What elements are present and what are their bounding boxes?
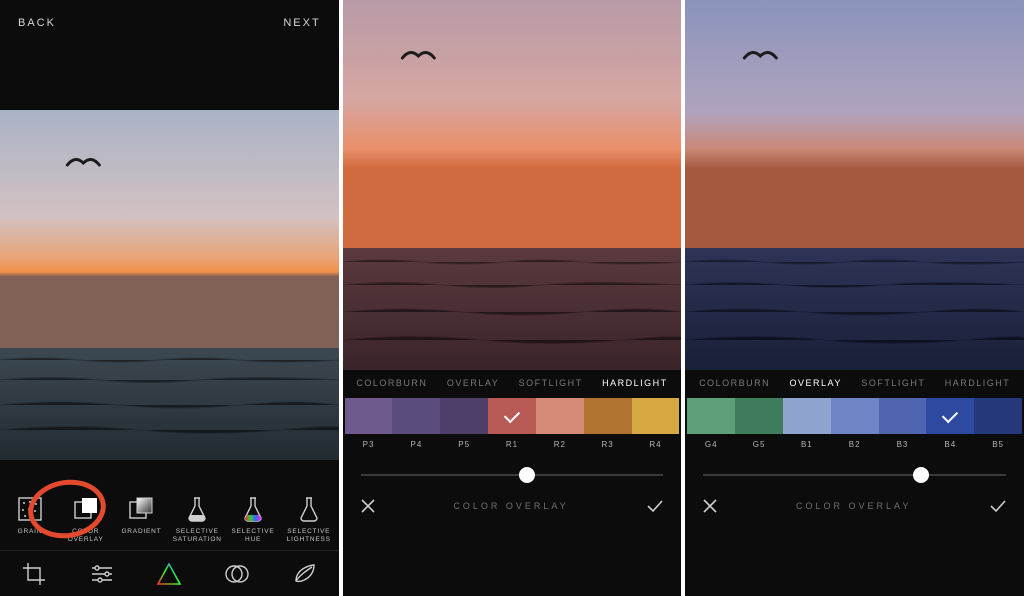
swatch-b1[interactable]: B1 xyxy=(783,398,831,449)
swatch-label: G4 xyxy=(705,440,718,449)
tool-gradient[interactable]: GRADIENT xyxy=(116,495,168,544)
tool-color-overlay[interactable]: COLOR OVERLAY xyxy=(60,495,112,544)
swatch-b3[interactable]: B3 xyxy=(879,398,927,449)
swatch-b2[interactable]: B2 xyxy=(831,398,879,449)
panel-overlay-cool: COLORBURN OVERLAY SOFTLIGHT HARDLIGHT G4 G5 B… xyxy=(685,0,1024,596)
swatch-color[interactable] xyxy=(488,398,536,434)
tool-selective-lightness[interactable]: SELECTIVE LIGHTNESS xyxy=(283,495,335,544)
adjust-icon[interactable] xyxy=(89,561,115,587)
back-button[interactable]: BACK xyxy=(18,17,56,29)
swatch-g4[interactable]: G4 xyxy=(687,398,735,449)
close-icon[interactable] xyxy=(359,497,377,515)
blend-mode-colorburn[interactable]: COLORBURN xyxy=(356,378,427,388)
swatch-label: G5 xyxy=(753,440,766,449)
flask-hue-icon xyxy=(241,495,265,523)
footer: COLOR OVERLAY xyxy=(685,491,1024,525)
tool-grain[interactable]: GRAIN xyxy=(4,495,56,544)
footer: COLOR OVERLAY xyxy=(343,491,682,525)
swatch-r1[interactable]: R1 xyxy=(488,398,536,449)
swatch-label: B2 xyxy=(849,440,861,449)
tool-label: GRADIENT xyxy=(121,528,161,536)
blend-mode-softlight[interactable]: SOFTLIGHT xyxy=(861,378,925,388)
swatch-label: P5 xyxy=(458,440,470,449)
grain-icon xyxy=(16,495,44,523)
bottom-nav xyxy=(0,550,339,596)
swatch-label: B4 xyxy=(944,440,956,449)
swatch-color[interactable] xyxy=(687,398,735,434)
flask-icon xyxy=(185,495,209,523)
tool-label: SELECTIVE LIGHTNESS xyxy=(287,528,331,544)
swatch-label: R1 xyxy=(506,440,518,449)
swatch-label: B1 xyxy=(801,440,813,449)
intensity-slider[interactable] xyxy=(343,449,682,491)
swatch-row: P3 P4 P5 R1 R2 R3 R4 xyxy=(343,394,682,449)
swatch-r4[interactable]: R4 xyxy=(632,398,680,449)
swatch-color[interactable] xyxy=(926,398,974,434)
swatch-color[interactable] xyxy=(831,398,879,434)
swatch-color[interactable] xyxy=(879,398,927,434)
swatch-b4[interactable]: B4 xyxy=(926,398,974,449)
swatch-label: P4 xyxy=(410,440,422,449)
check-icon[interactable] xyxy=(988,497,1008,515)
swatch-color[interactable] xyxy=(345,398,393,434)
circles-icon[interactable] xyxy=(224,561,250,587)
blend-mode-colorburn[interactable]: COLORBURN xyxy=(699,378,770,388)
prism-icon[interactable] xyxy=(156,561,182,587)
blend-mode-row: COLORBURN OVERLAY SOFTLIGHT HARDLIGHT xyxy=(343,370,682,394)
blend-mode-hardlight[interactable]: HARDLIGHT xyxy=(945,378,1011,388)
swatch-label: P3 xyxy=(363,440,375,449)
tool-selective-hue[interactable]: SELECTIVE HUE xyxy=(227,495,279,544)
intensity-slider[interactable] xyxy=(685,449,1024,491)
blend-mode-row: COLORBURN OVERLAY SOFTLIGHT HARDLIGHT xyxy=(685,370,1024,394)
color-overlay-icon xyxy=(72,495,100,523)
swatch-label: B3 xyxy=(897,440,909,449)
footer-label: COLOR OVERLAY xyxy=(796,501,911,511)
swatch-color[interactable] xyxy=(974,398,1022,434)
footer-label: COLOR OVERLAY xyxy=(453,501,568,511)
swatch-g5[interactable]: G5 xyxy=(735,398,783,449)
swatch-color[interactable] xyxy=(783,398,831,434)
gradient-icon xyxy=(127,495,155,523)
tool-label: SELECTIVE SATURATION xyxy=(173,528,222,544)
tool-label: GRAIN xyxy=(18,528,43,536)
swatch-p4[interactable]: P4 xyxy=(392,398,440,449)
blend-mode-overlay[interactable]: OVERLAY xyxy=(447,378,499,388)
close-icon[interactable] xyxy=(701,497,719,515)
tool-label: COLOR OVERLAY xyxy=(68,528,104,544)
blend-mode-softlight[interactable]: SOFTLIGHT xyxy=(519,378,583,388)
check-icon[interactable] xyxy=(645,497,665,515)
swatch-r3[interactable]: R3 xyxy=(584,398,632,449)
swatch-label: B5 xyxy=(992,440,1004,449)
swatch-color[interactable] xyxy=(536,398,584,434)
blend-mode-overlay[interactable]: OVERLAY xyxy=(790,378,842,388)
swatch-label: R3 xyxy=(602,440,614,449)
photo-preview xyxy=(685,0,1024,370)
panel-edit-tools: BACK NEXT xyxy=(0,0,339,596)
tool-row: GRAIN COLOR OVERLAY GRADIENT SELECTIVE S… xyxy=(0,495,339,550)
swatch-label: R2 xyxy=(554,440,566,449)
header: BACK NEXT xyxy=(0,0,339,45)
next-button[interactable]: NEXT xyxy=(283,17,320,29)
swatch-color[interactable] xyxy=(735,398,783,434)
tool-label: SELECTIVE HUE xyxy=(232,528,275,544)
swatch-color[interactable] xyxy=(392,398,440,434)
swatch-row: G4 G5 B1 B2 B3 B4 B5 xyxy=(685,394,1024,449)
swatch-r2[interactable]: R2 xyxy=(536,398,584,449)
swatch-p5[interactable]: P5 xyxy=(440,398,488,449)
crop-icon[interactable] xyxy=(21,561,47,587)
panel-overlay-warm: COLORBURNOVERLAYSOFTLIGHTHARDLIGHT P3P4P… xyxy=(343,0,682,596)
photo-preview xyxy=(0,110,339,460)
swatch-label: R4 xyxy=(649,440,661,449)
swatch-color[interactable] xyxy=(584,398,632,434)
blend-mode-hardlight[interactable]: HARDLIGHT xyxy=(602,378,668,388)
photo-preview xyxy=(343,0,682,370)
leaf-icon[interactable] xyxy=(292,561,318,587)
swatch-p3[interactable]: P3 xyxy=(345,398,393,449)
swatch-color[interactable] xyxy=(440,398,488,434)
tool-selective-saturation[interactable]: SELECTIVE SATURATION xyxy=(171,495,223,544)
flask-icon xyxy=(297,495,321,523)
swatch-b5[interactable]: B5 xyxy=(974,398,1022,449)
swatch-color[interactable] xyxy=(632,398,680,434)
